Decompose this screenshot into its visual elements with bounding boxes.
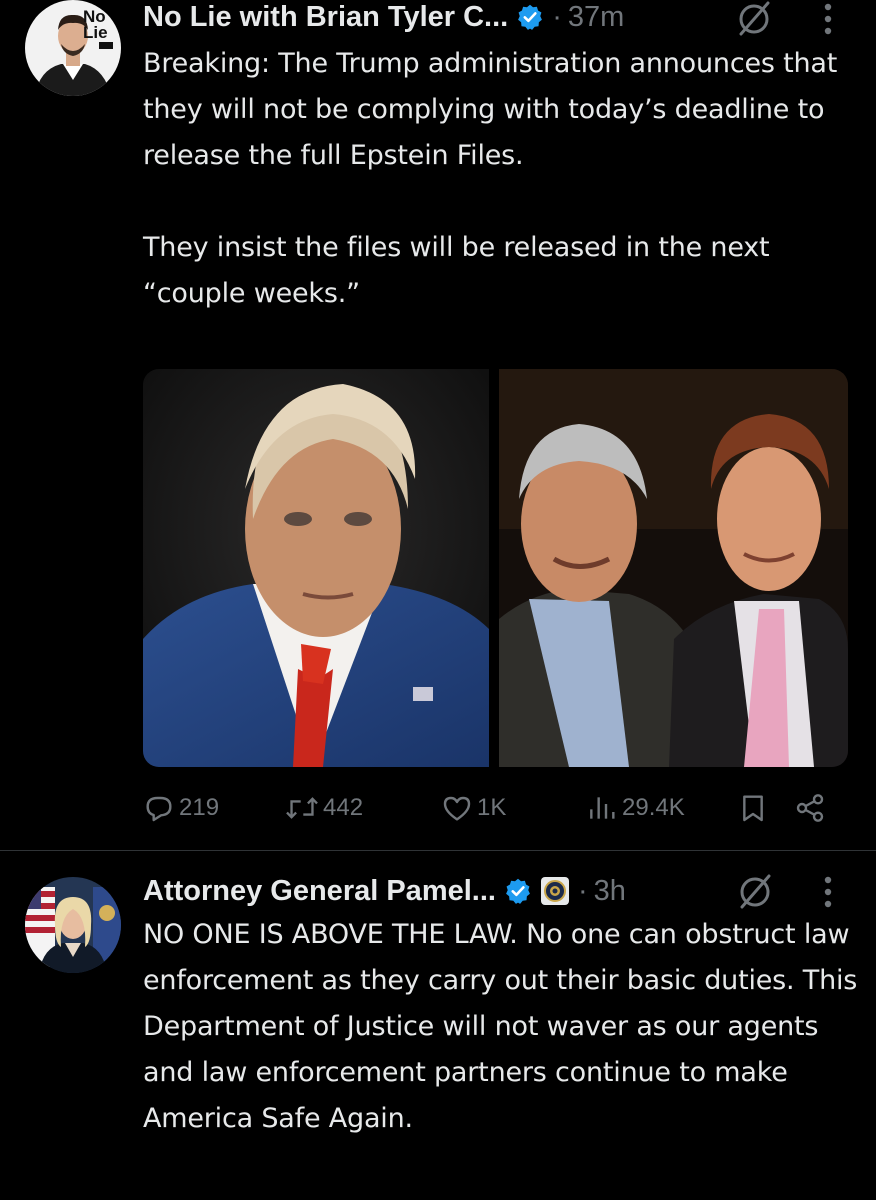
repost-count: 442: [323, 794, 364, 821]
avatar[interactable]: [25, 877, 121, 973]
separator-dot: ·: [577, 874, 588, 907]
doj-seal-icon[interactable]: [540, 876, 570, 906]
avatar-photo: No Lie: [25, 0, 121, 96]
like-count: 1K: [477, 794, 507, 821]
tweet-header: No Lie with Brian Tyler C... · 37m: [143, 0, 624, 37]
heart-icon: [443, 796, 471, 821]
two-men-photo[interactable]: [499, 369, 848, 767]
tweet-text: NO ONE IS ABOVE THE LAW. No one can obst…: [143, 919, 866, 1134]
bookmark-button[interactable]: [737, 788, 769, 828]
avatar-photo: [25, 877, 121, 973]
repost-icon: [286, 797, 318, 819]
tweet-header: Attorney General Pamel... · 3h: [143, 871, 626, 911]
tweet-media[interactable]: [143, 369, 848, 767]
svg-text:Lie: Lie: [83, 23, 108, 42]
verified-badge-icon: [504, 877, 532, 905]
more-dots-icon[interactable]: [823, 2, 833, 36]
grok-icon[interactable]: [736, 873, 774, 911]
author-name[interactable]: Attorney General Pamel...: [143, 875, 496, 908]
tweet-1[interactable]: No Lie No Lie with Brian Tyler C... · 37…: [0, 0, 876, 850]
reply-count: 219: [179, 794, 220, 821]
views-count: 29.4K: [622, 794, 685, 821]
reply-button[interactable]: 219: [143, 788, 219, 828]
repost-button[interactable]: 442: [285, 788, 363, 828]
more-dots-icon[interactable]: [823, 875, 833, 909]
tweet-actions: 219 442 1K 29.4K: [143, 788, 843, 828]
grok-icon[interactable]: [735, 0, 773, 38]
timestamp[interactable]: 37m: [568, 1, 624, 34]
timestamp[interactable]: 3h: [594, 875, 626, 908]
verified-badge-icon: [516, 3, 544, 31]
separator-dot: ·: [552, 0, 562, 33]
share-button[interactable]: [794, 788, 826, 828]
views-icon: [590, 797, 615, 819]
like-button[interactable]: 1K: [441, 788, 506, 828]
share-icon: [796, 794, 824, 822]
bookmark-icon: [743, 795, 763, 822]
tweet-text: Breaking: The Trump administration annou…: [143, 48, 838, 309]
portrait-photo[interactable]: [143, 369, 489, 767]
views-button[interactable]: 29.4K: [586, 788, 685, 828]
reply-icon: [146, 796, 172, 822]
author-name[interactable]: No Lie with Brian Tyler C...: [143, 1, 508, 34]
avatar[interactable]: No Lie: [25, 0, 121, 96]
tweet-2[interactable]: Attorney General Pamel... · 3h NO ONE IS…: [0, 851, 876, 1200]
